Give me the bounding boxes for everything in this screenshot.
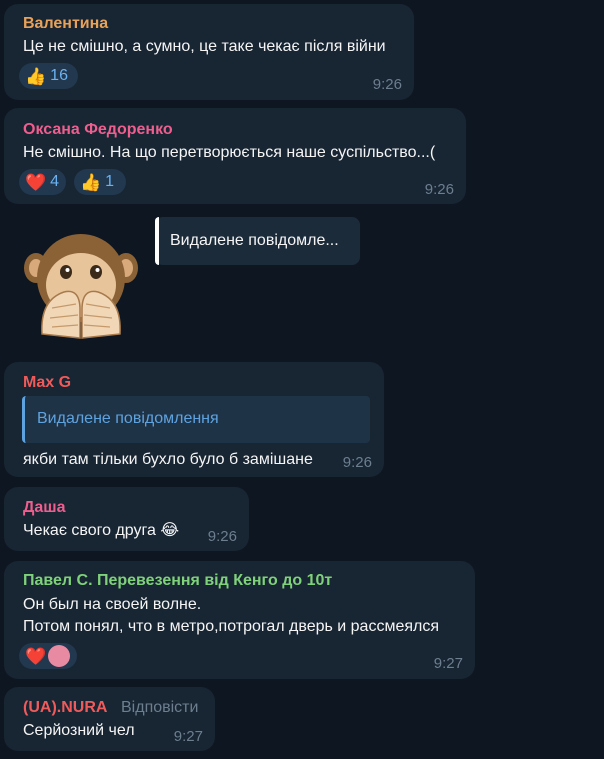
sticker-message[interactable] (22, 230, 140, 345)
message-text-line: Потом понял, что в метро,потрогал дверь … (23, 618, 440, 635)
reply-preview-bubble[interactable]: Видалене повідомле... (155, 217, 360, 265)
message-bubble[interactable]: Даша Чекає свого друга 😂 9:26 (4, 487, 249, 551)
sender-name[interactable]: Валентина (23, 15, 108, 33)
thumbs-up-icon: 👍 (80, 172, 102, 192)
message-time: 9:27 (173, 728, 203, 745)
message-text: Чекає свого друга 😂 (23, 522, 180, 539)
sender-name[interactable]: Оксана Федоренко (23, 121, 173, 139)
message-text: Це не смішно, а сумно, це таке чекає піс… (23, 38, 386, 55)
reaction-count: 16 (50, 67, 68, 84)
monkey-sticker-icon (24, 234, 138, 339)
sender-name[interactable]: Max G (23, 374, 71, 392)
sender-name[interactable]: Даша (23, 499, 66, 517)
reaction-count: 1 (105, 173, 115, 190)
reaction-heart[interactable]: ❤️ (19, 643, 77, 669)
reply-quote[interactable]: Видалене повідомлення (22, 396, 370, 443)
message-time: 9:26 (372, 76, 402, 93)
reactor-avatar (48, 645, 71, 667)
sender-name[interactable]: Павел С. Перевезення від Кенго до 10т (23, 572, 332, 590)
message-time: 9:26 (424, 181, 454, 198)
message-text-line: Он был на своей волне. (23, 596, 202, 613)
reply-action-label[interactable]: Відповісти (121, 699, 198, 717)
thumbs-up-icon: 👍 (25, 66, 47, 86)
reply-accent-bar (155, 217, 159, 265)
message-time: 9:26 (342, 454, 372, 471)
message-time: 9:26 (207, 528, 237, 545)
message-bubble[interactable]: (UA).NURA Відповісти Серйозний чел 9:27 (4, 687, 215, 751)
reaction-thumbs-up[interactable]: 👍 1 (74, 169, 126, 195)
reaction-count: 4 (50, 173, 60, 190)
sender-name[interactable]: (UA).NURA (23, 699, 107, 717)
message-bubble[interactable]: Павел С. Перевезення від Кенго до 10т Он… (4, 561, 475, 679)
reply-quote-text: Видалене повідомлення (37, 410, 219, 427)
message-time: 9:27 (433, 655, 463, 672)
message-text: Серйозний чел (23, 722, 135, 739)
message-bubble[interactable]: Max G Видалене повідомлення якби там тіл… (4, 362, 384, 477)
reply-preview-text: Видалене повідомле... (170, 232, 339, 249)
message-text: Не смішно. На що перетворюється наше сус… (23, 144, 436, 161)
message-bubble[interactable]: Валентина Це не смішно, а сумно, це таке… (4, 4, 414, 100)
message-bubble[interactable]: Оксана Федоренко Не смішно. На що перетв… (4, 108, 466, 204)
reaction-thumbs-up[interactable]: 👍 16 (19, 63, 78, 89)
reaction-heart[interactable]: ❤️ 4 (19, 169, 66, 195)
heart-icon: ❤️ (25, 646, 47, 666)
heart-icon: ❤️ (25, 172, 47, 192)
message-text: якби там тільки бухло було б замішане (23, 451, 313, 468)
